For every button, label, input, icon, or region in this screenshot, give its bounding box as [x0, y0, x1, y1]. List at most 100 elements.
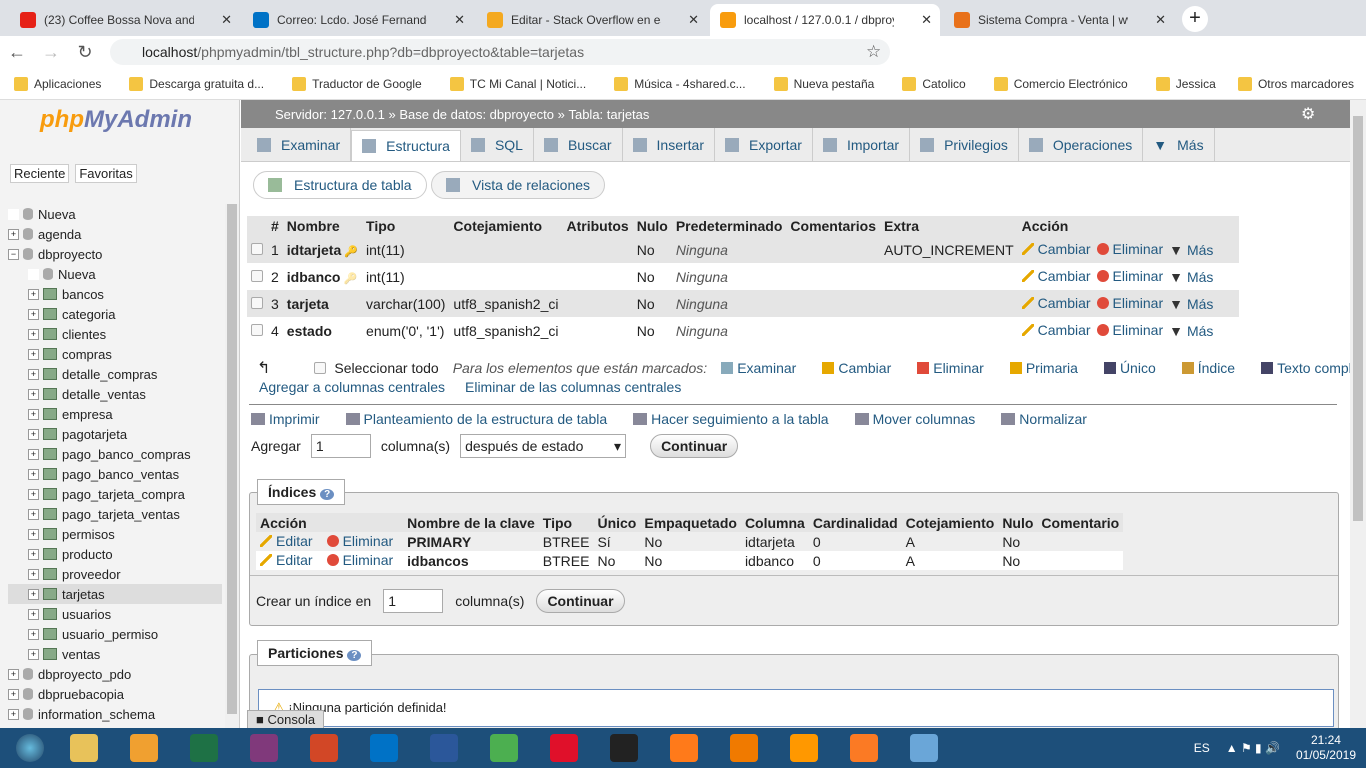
expand-icon[interactable]: + — [28, 328, 39, 340]
taskbar-app-avast[interactable] — [720, 730, 768, 766]
change-button[interactable]: Cambiar — [1021, 295, 1091, 311]
drop-index-button[interactable]: Eliminar — [326, 533, 393, 549]
taskbar-app-paint[interactable] — [900, 730, 948, 766]
create-index-continue-button[interactable]: Continuar — [536, 589, 625, 613]
expand-icon[interactable] — [8, 208, 19, 220]
taskbar-app-xampp[interactable] — [840, 730, 888, 766]
tree-item-proveedor[interactable]: + proveedor — [8, 564, 222, 584]
taskbar-app-media[interactable] — [120, 730, 168, 766]
bulk-cambiar-button[interactable]: Cambiar — [822, 360, 891, 376]
taskbar-app-epic-games[interactable] — [600, 730, 648, 766]
back-icon[interactable]: ← — [0, 42, 34, 63]
reload-icon[interactable]: ↻ — [68, 42, 102, 63]
tree-item-pago_banco_ventas[interactable]: + pago_banco_ventas — [8, 464, 222, 484]
more-button[interactable]: ▼ Más — [1169, 269, 1213, 285]
bookmark-item[interactable]: Catolico — [902, 76, 966, 91]
sidebar-scrollbar[interactable] — [225, 204, 239, 728]
taskbar-app-chrome[interactable] — [480, 730, 528, 766]
tab-operaciones[interactable]: Operaciones — [1019, 128, 1144, 161]
drop-button[interactable]: Eliminar — [1096, 268, 1163, 284]
subtab-table-structure[interactable]: Estructura de tabla — [253, 171, 427, 199]
expand-icon[interactable]: + — [28, 308, 39, 320]
expand-icon[interactable]: + — [28, 368, 39, 380]
bulk-índice-button[interactable]: Índice — [1181, 360, 1235, 376]
expand-icon[interactable]: + — [28, 348, 39, 360]
more-button[interactable]: ▼ Más — [1169, 323, 1213, 339]
tree-item-clientes[interactable]: + clientes — [8, 324, 222, 344]
tree-item-permisos[interactable]: + permisos — [8, 524, 222, 544]
drop-button[interactable]: Eliminar — [1096, 322, 1163, 338]
bookmark-item[interactable]: Comercio Electrónico — [993, 76, 1128, 91]
phpmyadmin-logo[interactable]: phpMyAdmin — [40, 106, 192, 134]
new-tab-button[interactable]: + — [1182, 6, 1208, 32]
add-column-continue-button[interactable]: Continuar — [650, 434, 739, 458]
expand-icon[interactable] — [28, 268, 39, 280]
taskbar-app-outlook[interactable] — [360, 730, 408, 766]
expand-icon[interactable]: + — [28, 408, 39, 420]
expand-icon[interactable]: + — [28, 608, 39, 620]
tree-item-detalle_compras[interactable]: + detalle_compras — [8, 364, 222, 384]
url-input[interactable]: localhost/phpmyadmin/tbl_structure.php?d… — [110, 39, 890, 65]
row-checkbox[interactable] — [251, 269, 263, 282]
add-column-count-input[interactable]: 1 — [310, 434, 371, 458]
tree-item-dbproyecto[interactable]: − dbproyecto — [8, 244, 222, 264]
tree-item-usuarios[interactable]: + usuarios — [8, 604, 222, 624]
clock[interactable]: 21:24 01/05/2019 — [1296, 733, 1356, 763]
tree-item-information_schema[interactable]: + information_schema — [8, 704, 222, 724]
more-button[interactable]: ▼ Más — [1169, 296, 1213, 312]
expand-icon[interactable]: + — [28, 508, 39, 520]
tree-item-agenda[interactable]: + agenda — [8, 224, 222, 244]
expand-icon[interactable]: + — [28, 528, 39, 540]
tool-link[interactable]: Imprimir — [251, 411, 320, 427]
drop-button[interactable]: Eliminar — [1096, 295, 1163, 311]
tab-examinar[interactable]: Examinar — [247, 128, 352, 161]
select-all-checkbox[interactable] — [314, 362, 327, 374]
bulk-texto completo-button[interactable]: Texto completo — [1261, 360, 1350, 376]
breadcrumb-server[interactable]: Servidor: 127.0.0.1 — [275, 107, 385, 122]
tree-item-bancos[interactable]: + bancos — [8, 284, 222, 304]
expand-icon[interactable]: + — [28, 468, 39, 480]
taskbar-app-sublime[interactable] — [780, 730, 828, 766]
close-tab-icon[interactable]: ✕ — [221, 12, 232, 28]
tree-item-dbpruebacopia[interactable]: + dbpruebacopia — [8, 684, 222, 704]
more-button[interactable]: ▼ Más — [1169, 242, 1213, 258]
tab-importar[interactable]: Importar — [813, 128, 911, 161]
tab-sql[interactable]: SQL — [461, 128, 534, 161]
bulk-único-button[interactable]: Único — [1103, 360, 1156, 376]
drop-button[interactable]: Eliminar — [1096, 241, 1163, 257]
close-tab-icon[interactable]: ✕ — [688, 12, 699, 28]
tree-item-dbproyecto_pdo[interactable]: + dbproyecto_pdo — [8, 664, 222, 684]
add-central-columns-link[interactable]: Agregar a columnas centrales — [259, 379, 445, 395]
taskbar-app-opera[interactable] — [540, 730, 588, 766]
expand-icon[interactable]: − — [8, 248, 19, 260]
close-tab-icon[interactable]: ✕ — [921, 12, 932, 28]
tab-buscar[interactable]: Buscar — [534, 128, 623, 161]
expand-icon[interactable]: + — [8, 668, 19, 680]
change-button[interactable]: Cambiar — [1021, 241, 1091, 257]
tab-más[interactable]: ▼ Más — [1143, 128, 1215, 161]
browser-tab[interactable]: Sistema Compra - Venta | www. ✕ — [944, 4, 1174, 36]
subtab-relation-view[interactable]: Vista de relaciones — [431, 171, 606, 199]
expand-icon[interactable]: + — [8, 708, 19, 720]
expand-icon[interactable]: + — [28, 568, 39, 580]
tab-estructura[interactable]: Estructura — [351, 130, 461, 161]
bulk-examinar-button[interactable]: Examinar — [721, 360, 796, 376]
bookmark-item[interactable]: Descarga gratuita d... — [129, 76, 264, 91]
change-button[interactable]: Cambiar — [1021, 322, 1091, 338]
tree-item-pago_tarjeta_compra[interactable]: + pago_tarjeta_compra — [8, 484, 222, 504]
row-checkbox[interactable] — [251, 296, 263, 309]
close-tab-icon[interactable]: ✕ — [1155, 12, 1166, 28]
add-column-position-select[interactable]: después de estado ▾ — [460, 434, 627, 458]
edit-index-button[interactable]: Editar — [260, 533, 313, 549]
taskbar-app-onenote[interactable] — [240, 730, 288, 766]
taskbar-app-firefox[interactable] — [660, 730, 708, 766]
other-bookmarks[interactable]: Otros marcadores — [1237, 76, 1354, 91]
expand-icon[interactable]: + — [8, 228, 19, 240]
recent-tab[interactable]: Reciente — [10, 164, 70, 183]
bookmark-item[interactable]: Jessica — [1155, 76, 1216, 91]
browser-tab[interactable]: Editar - Stack Overflow en espa ✕ — [477, 4, 707, 36]
tool-link[interactable]: Planteamiento de la estructura de tabla — [345, 411, 607, 427]
row-checkbox[interactable] — [251, 242, 263, 255]
tree-item-categoria[interactable]: + categoria — [8, 304, 222, 324]
drop-index-button[interactable]: Eliminar — [326, 552, 393, 568]
